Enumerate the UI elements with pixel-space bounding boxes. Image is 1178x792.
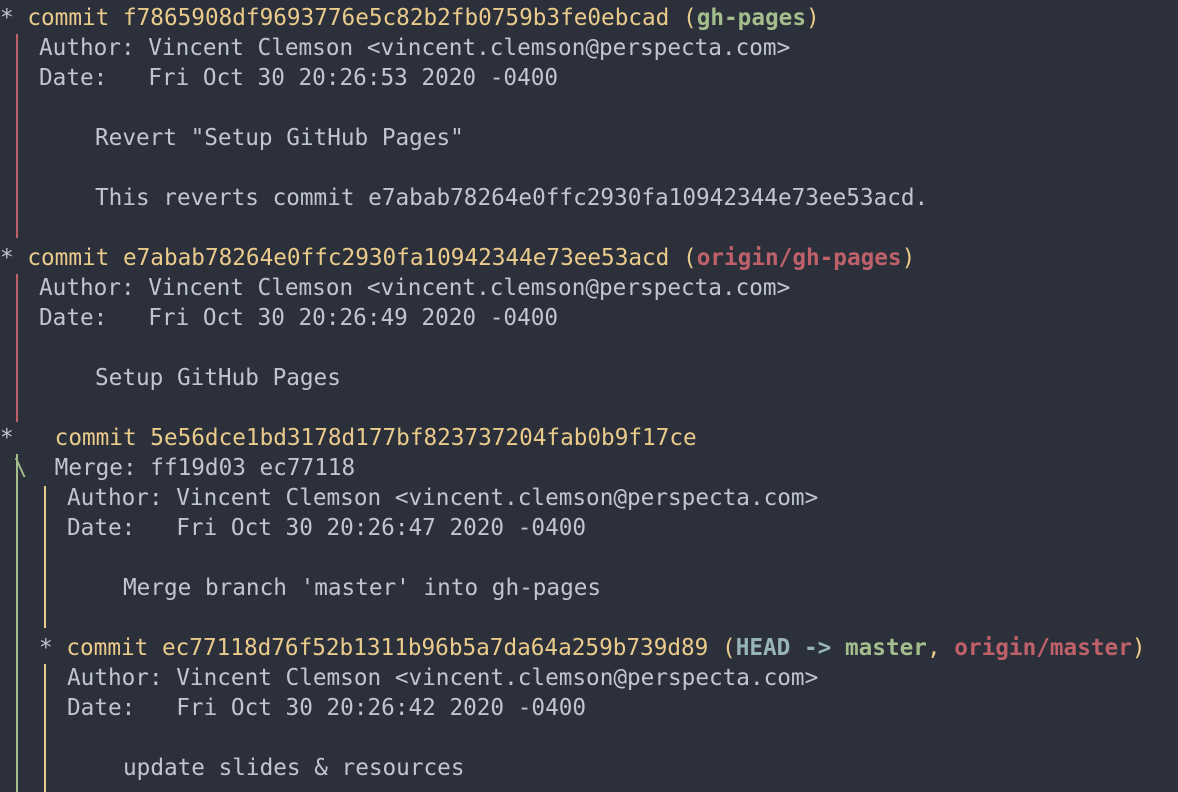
date-line: Date: Fri Oct 30 20:26:49 2020 -0400 [39, 305, 559, 331]
commit-line: * commit 5e56dce1bd3178d177bf823737204fa… [0, 423, 697, 453]
commit-message: Revert "Setup GitHub Pages" [95, 125, 464, 151]
commit-line: * commit e7abab78264e0ffc2930fa10942344e… [0, 245, 916, 271]
date-line: Date: Fri Oct 30 20:26:53 2020 -0400 [39, 65, 559, 91]
commit-message: This reverts commit e7abab78264e0ffc2930… [95, 185, 929, 211]
graph-node-star: * [39, 635, 53, 661]
graph-line-green [16, 454, 18, 792]
remote-ref[interactable]: origin/gh-pages [697, 245, 902, 271]
commit-keyword: commit [27, 245, 110, 271]
commit-hash[interactable]: f7865908df9693776e5c82b2fb0759b3fe0ebcad [123, 5, 669, 31]
commit-message: update slides & resources [123, 755, 465, 781]
graph-node-star: * [0, 425, 14, 451]
branch-ref[interactable]: gh-pages [697, 5, 806, 31]
author-line: Author: Vincent Clemson <vincent.clemson… [39, 35, 791, 61]
graph-line-red-2 [16, 274, 18, 422]
date-line: Date: Fri Oct 30 20:26:47 2020 -0400 [67, 515, 587, 541]
graph-line-yellow-2 [44, 664, 46, 792]
author-line: Author: Vincent Clemson <vincent.clemson… [67, 665, 819, 691]
remote-ref[interactable]: origin/master [954, 635, 1132, 661]
commit-hash[interactable]: e7abab78264e0ffc2930fa10942344e73ee53acd [123, 245, 669, 271]
graph-node-star: * [0, 5, 14, 31]
head-ref[interactable]: HEAD -> [736, 635, 845, 661]
commit-hash[interactable]: ec77118d76f52b1311b96b5a7da64a259b739d89 [162, 635, 708, 661]
graph-line-red-1 [16, 34, 18, 238]
graph-node-star: * [0, 245, 14, 271]
commit-message: Merge branch 'master' into gh-pages [123, 575, 602, 601]
merge-parents: Merge: ff19d03 ec77118 [54, 455, 356, 481]
commit-keyword: commit [54, 425, 137, 451]
branch-ref[interactable]: master [845, 635, 927, 661]
commit-message: Setup GitHub Pages [95, 365, 341, 391]
graph-line-yellow [44, 486, 46, 628]
commit-hash[interactable]: 5e56dce1bd3178d177bf823737204fab0b9f17ce [150, 425, 696, 451]
commit-keyword: commit [66, 635, 149, 661]
commit-line: * commit f7865908df9693776e5c82b2fb0759b… [0, 5, 820, 31]
terminal-window: * commit f7865908df9693776e5c82b2fb0759b… [0, 0, 1178, 792]
commit-line: * commit ec77118d76f52b1311b96b5a7da64a2… [39, 635, 1146, 661]
date-line: Date: Fri Oct 30 20:26:42 2020 -0400 [67, 695, 587, 721]
author-line: Author: Vincent Clemson <vincent.clemson… [67, 485, 819, 511]
graph-merge-branch: \ [13, 455, 28, 481]
author-line: Author: Vincent Clemson <vincent.clemson… [39, 275, 791, 301]
merge-line: \ Merge: ff19d03 ec77118 [0, 453, 356, 483]
commit-keyword: commit [27, 5, 110, 31]
